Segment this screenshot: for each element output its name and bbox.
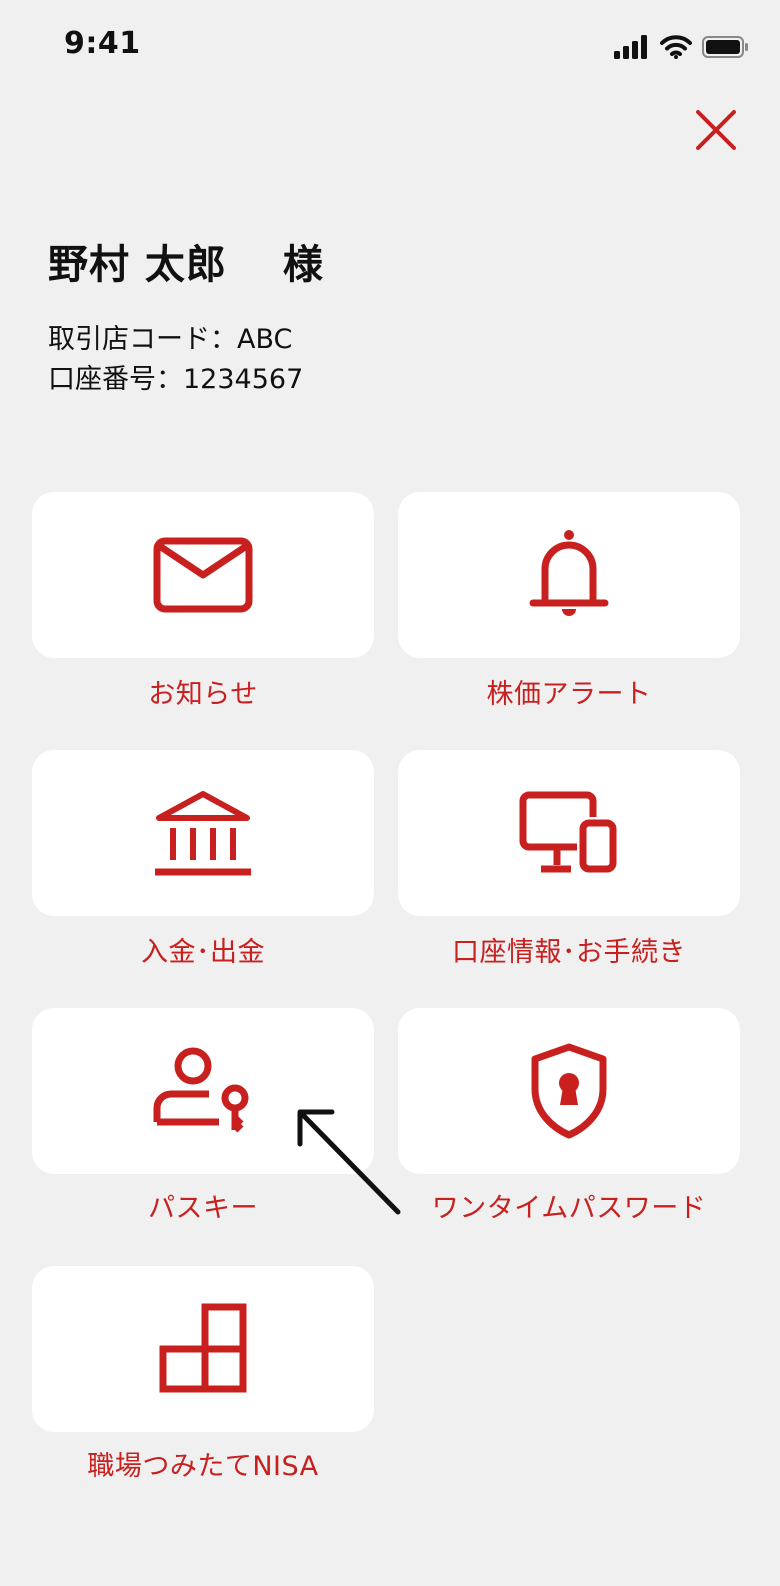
- user-key-icon: [153, 1047, 249, 1133]
- notifications-tile[interactable]: [32, 492, 374, 658]
- notifications-label[interactable]: お知らせ: [32, 672, 374, 711]
- deposit-withdrawal-tile[interactable]: [32, 750, 374, 916]
- bank-icon: [155, 791, 251, 876]
- workplace-nisa-label[interactable]: 職場つみたてNISA: [32, 1444, 374, 1483]
- devices-icon: [519, 791, 617, 873]
- branch-code: 取引店コード：ABC: [48, 324, 293, 355]
- account-procedures-tile[interactable]: [398, 750, 740, 916]
- battery-icon: [702, 36, 748, 58]
- workplace-nisa-tile[interactable]: [32, 1266, 374, 1432]
- stock-alert-label[interactable]: 株価アラート: [398, 672, 740, 711]
- status-bar: 9:41: [0, 0, 780, 92]
- account-info: 取引店コード：ABC 口座番号：1234567: [48, 320, 303, 400]
- blocks-icon: [159, 1303, 247, 1393]
- account-number: 口座番号：1234567: [48, 364, 304, 395]
- shield-keyhole-icon: [531, 1043, 607, 1139]
- one-time-password-label[interactable]: ワンタイムパスワード: [398, 1186, 740, 1225]
- account-procedures-label[interactable]: 口座情報･お手続き: [398, 930, 740, 969]
- close-icon: [696, 110, 736, 150]
- user-name: 野村 太郎 様: [48, 242, 324, 288]
- wifi-icon: [660, 35, 692, 59]
- cellular-signal-icon: [614, 35, 647, 59]
- bell-icon: [529, 530, 609, 616]
- status-icons: [614, 32, 748, 62]
- status-time: 9:41: [64, 26, 141, 61]
- deposit-withdrawal-label[interactable]: 入金･出金: [32, 930, 374, 969]
- mail-icon: [153, 537, 253, 613]
- close-button[interactable]: [692, 106, 740, 154]
- one-time-password-tile[interactable]: [398, 1008, 740, 1174]
- stock-alert-tile[interactable]: [398, 492, 740, 658]
- pointer-arrow-icon: [297, 1109, 401, 1215]
